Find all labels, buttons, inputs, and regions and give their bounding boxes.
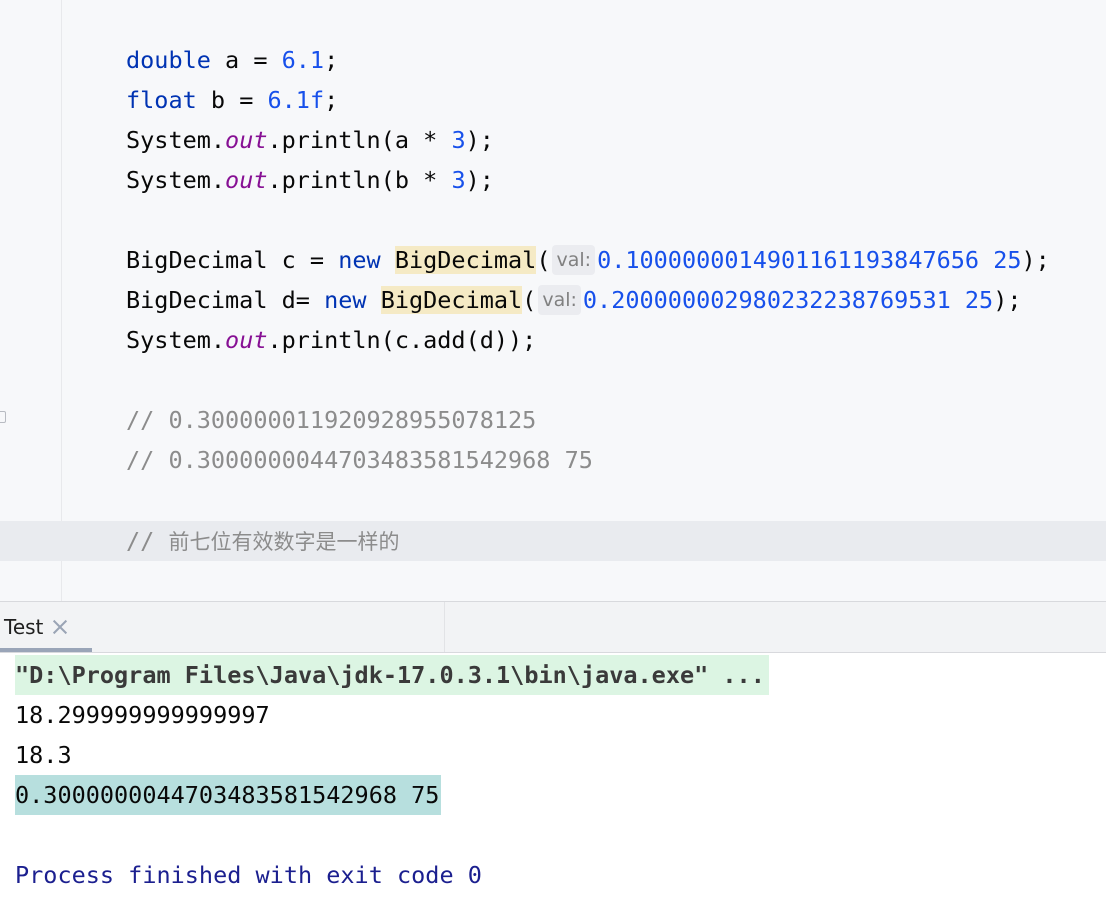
close-icon[interactable] — [51, 618, 69, 636]
run-tool-window-header: Test — [0, 601, 1106, 653]
code-comment[interactable]: // 前七位有效数字是一样的 — [126, 521, 399, 561]
console-output-line-selected: 0.3000000044703483581542968 75 — [15, 775, 442, 815]
comment-text: 前七位有效数字是一样的 — [168, 530, 400, 554]
punctuation: ); — [465, 126, 494, 154]
tab-label: Test — [4, 615, 44, 639]
class-name: System. — [126, 326, 226, 354]
console-output-line: 18.299999999999997 — [15, 701, 270, 729]
method-call: .println(c.add(d)); — [267, 326, 537, 354]
parameter-hint: val: — [552, 245, 596, 275]
punctuation: ; — [324, 46, 339, 74]
process-exit-message: Process finished with exit code 0 — [15, 861, 482, 889]
number-literal: 0.1000000014901161193847656 25 — [597, 246, 1022, 274]
console-output-line: 18.3 — [15, 741, 72, 769]
keyword: double — [126, 46, 211, 74]
code-comment[interactable]: // 0.3000000044703483581542968 75 — [126, 440, 593, 480]
class-name: BigDecimal — [126, 286, 268, 314]
code-line-float-b[interactable]: float b = 6.1f; — [126, 80, 338, 120]
punctuation: ( — [522, 286, 537, 314]
active-tab-indicator — [0, 648, 92, 652]
code-line-println-add[interactable]: System.out.println(c.add(d)); — [126, 320, 536, 360]
number-literal: 0.200000002980232238769531 25 — [582, 286, 994, 314]
run-console[interactable]: "D:\Program Files\Java\jdk-17.0.3.1\bin\… — [0, 653, 1106, 916]
static-field: out — [225, 326, 268, 354]
number-literal: 6.1f — [267, 86, 325, 114]
code-line-bigdecimal-d[interactable]: BigDecimal d= new BigDecimal(val: 0.20000… — [126, 280, 1022, 320]
number-literal: 3 — [451, 166, 466, 194]
code-line-double-a[interactable]: double a = 6.1; — [126, 40, 338, 80]
code-line-bigdecimal-c[interactable]: BigDecimal c = new BigDecimal(val: 0.1000… — [126, 240, 1050, 280]
code-comment[interactable]: // 0.300000011920928955078125 — [126, 400, 536, 440]
parameter-hint: val: — [538, 285, 581, 315]
gutter-separator — [61, 0, 62, 601]
class-name: BigDecimal — [126, 246, 268, 274]
identifier: d= — [267, 286, 325, 314]
comment-prefix: // — [126, 527, 169, 555]
identifier: b = — [196, 86, 268, 114]
punctuation: ); — [993, 286, 1022, 314]
constructor-highlight[interactable]: BigDecimal — [394, 246, 537, 274]
keyword: float — [126, 86, 197, 114]
class-name: System. — [126, 126, 226, 154]
identifier: c = — [267, 246, 339, 274]
console-command-line[interactable]: "D:\Program Files\Java\jdk-17.0.3.1\bin\… — [15, 655, 769, 695]
code-line-println-a[interactable]: System.out.println(a * 3); — [126, 120, 494, 160]
constructor-highlight[interactable]: BigDecimal — [380, 286, 523, 314]
keyword: new — [324, 286, 367, 314]
punctuation: ); — [1021, 246, 1050, 274]
identifier: a = — [210, 46, 282, 74]
tab-test[interactable]: Test — [0, 602, 92, 652]
class-name: System. — [126, 166, 226, 194]
method-call: .println(a * — [267, 126, 452, 154]
static-field: out — [225, 126, 268, 154]
punctuation: ( — [536, 246, 551, 274]
method-call: .println(b * — [267, 166, 452, 194]
punctuation: ; — [324, 86, 339, 114]
number-literal: 6.1 — [281, 46, 325, 74]
punctuation: ); — [465, 166, 494, 194]
number-literal: 3 — [451, 126, 466, 154]
code-line-println-b[interactable]: System.out.println(b * 3); — [126, 160, 494, 200]
fold-marker-icon[interactable] — [0, 411, 6, 423]
code-editor[interactable]: double a = 6.1; float b = 6.1f; System.o… — [0, 0, 1106, 601]
static-field: out — [225, 166, 268, 194]
header-divider — [444, 602, 445, 652]
keyword: new — [338, 246, 381, 274]
